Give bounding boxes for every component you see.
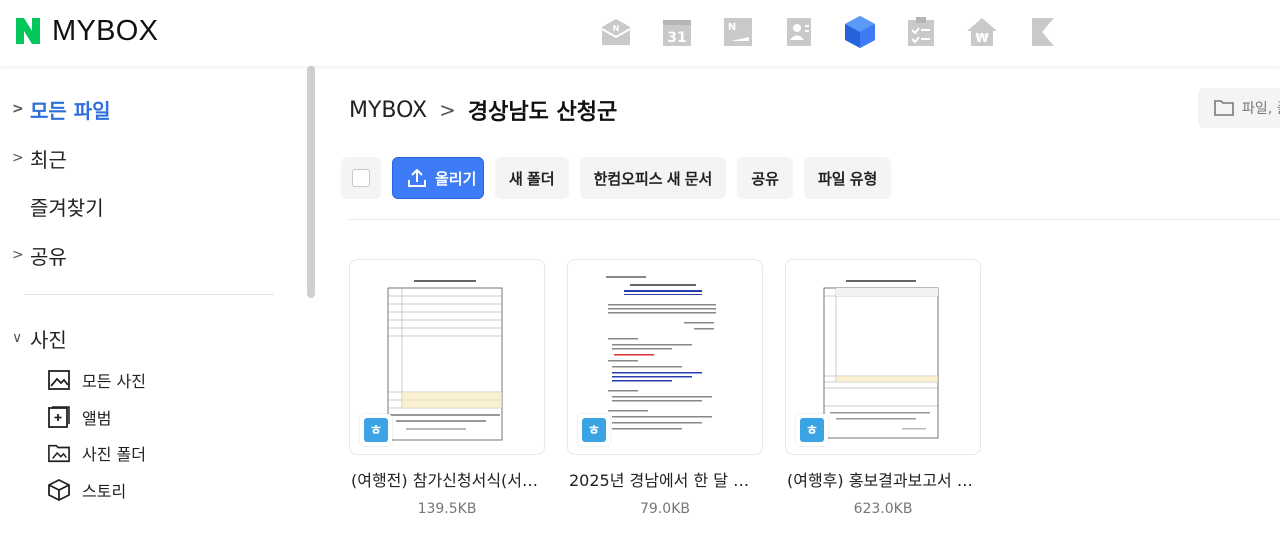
sidebar-item-photos[interactable]: ∨ 사진 [12,323,67,353]
toolbar-divider [349,219,1280,220]
sidebar-item-label: 최근 [30,147,67,172]
sidebar-item-label: 공유 [30,244,67,269]
toolbar: 올리기 새 폴더 한컴오피스 새 문서 공유 파일 유형 [341,157,902,199]
sidebar-item-shared[interactable]: > 공유 [12,240,67,270]
naver-n-icon [16,18,40,44]
sidebar-item-label: 사진 폴더 [82,445,146,464]
mybox-icon[interactable] [842,14,878,50]
file-thumbnail: ㅎ [785,259,981,455]
image-icon [48,369,70,391]
memo-icon[interactable]: N [720,14,756,50]
select-all-checkbox[interactable] [341,157,381,199]
upload-label: 올리기 [435,170,477,188]
album-icon [48,406,70,428]
file-name: (여행전) 참가신청서식(서… [351,471,539,490]
document-preview [604,272,722,442]
chevron-right-icon: > [12,150,24,166]
search-placeholder: 파일, 폴더 검색 [1242,101,1280,117]
folder-icon [1214,100,1234,116]
hancom-new-document-button[interactable]: 한컴오피스 새 문서 [579,157,727,199]
file-thumbnail: ㅎ [349,259,545,455]
breadcrumb-root[interactable]: MYBOX [349,98,427,123]
file-thumbnail: ㅎ [567,259,763,455]
hancom-file-icon: ㅎ [796,414,828,446]
chevron-down-icon: ∨ [12,330,23,346]
upload-icon [407,169,427,187]
breadcrumb: MYBOX > 경상남도 산청군 [349,94,617,126]
file-size: 139.5KB [417,501,477,517]
household-icon[interactable]: ₩ [964,14,1000,50]
todo-icon[interactable] [903,14,939,50]
sidebar-item-label: 앨범 [82,409,112,428]
photo-folder-icon [48,442,70,464]
sidebar-item-story[interactable]: 스토리 [48,477,126,503]
hancom-file-icon: ㅎ [360,414,392,446]
calendar-icon[interactable]: 31 [659,14,695,50]
app-header: MYBOX N 31 N ₩ [0,0,1280,66]
bookmark-icon[interactable] [1025,14,1061,50]
file-grid: ㅎ (여행전) 참가신청서식(서… 139.5KB ㅎ 2025년 경남에서 한… [349,259,1003,517]
sidebar-scrollbar[interactable] [307,66,315,298]
new-folder-button[interactable]: 새 폴더 [495,157,569,199]
hancom-file-icon: ㅎ [578,414,610,446]
sidebar-item-recent[interactable]: > 최근 [12,143,67,173]
file-name: 2025년 경남에서 한 달 여… [569,471,763,490]
chevron-right-icon: > [439,98,456,122]
main-content: MYBOX > 경상남도 산청군 파일, 폴더 검색 올리기 새 폴더 한컴오피… [318,66,1280,540]
search-input[interactable]: 파일, 폴더 검색 [1198,88,1280,128]
sidebar-item-all-photos[interactable]: 모든 사진 [48,367,146,393]
file-size: 623.0KB [853,501,913,517]
sidebar-item-album[interactable]: 앨범 [48,404,111,430]
file-type-button[interactable]: 파일 유형 [803,157,892,199]
sidebar-item-label: 모든 파일 [30,98,111,123]
file-size: 79.0KB [640,501,690,517]
file-item[interactable]: ㅎ (여행전) 참가신청서식(서… 139.5KB [349,259,545,517]
contacts-icon[interactable] [781,14,817,50]
sidebar-item-photo-folder[interactable]: 사진 폴더 [48,440,146,466]
sidebar-item-all-files[interactable]: > 모든 파일 [12,94,111,124]
sidebar-divider [24,294,274,295]
sidebar-item-favorites[interactable]: 즐겨찾기 [12,191,104,221]
document-preview [386,272,504,442]
sidebar-item-label: 즐겨찾기 [30,195,104,220]
chevron-right-icon: > [12,101,24,117]
chevron-right-icon: > [12,247,24,263]
sidebar-item-label: 스토리 [82,482,127,501]
svg-text:₩: ₩ [975,31,989,45]
svg-text:N: N [613,24,620,33]
mail-icon[interactable]: N [598,14,634,50]
sidebar: > 모든 파일 > 최근 즐겨찾기 > 공유 ∨ 사진 모든 사진 앨범 사진 … [0,66,318,540]
upload-button[interactable]: 올리기 [392,157,484,199]
document-preview [822,272,940,442]
file-item[interactable]: ㅎ 2025년 경남에서 한 달 여… 79.0KB [567,259,763,517]
mybox-logo[interactable]: MYBOX [16,14,158,48]
file-item[interactable]: ㅎ (여행후) 홍보결과보고서 및… 623.0KB [785,259,981,517]
svg-text:N: N [728,22,736,33]
logo-text: MYBOX [52,14,159,47]
file-name: (여행후) 홍보결과보고서 및… [787,471,981,490]
app-switcher: N 31 N ₩ [598,12,1086,52]
story-icon [48,479,70,501]
sidebar-item-label: 사진 [30,327,67,352]
svg-text:31: 31 [667,30,686,46]
share-button[interactable]: 공유 [737,157,793,199]
sidebar-item-label: 모든 사진 [82,372,146,391]
breadcrumb-current: 경상남도 산청군 [467,100,618,125]
